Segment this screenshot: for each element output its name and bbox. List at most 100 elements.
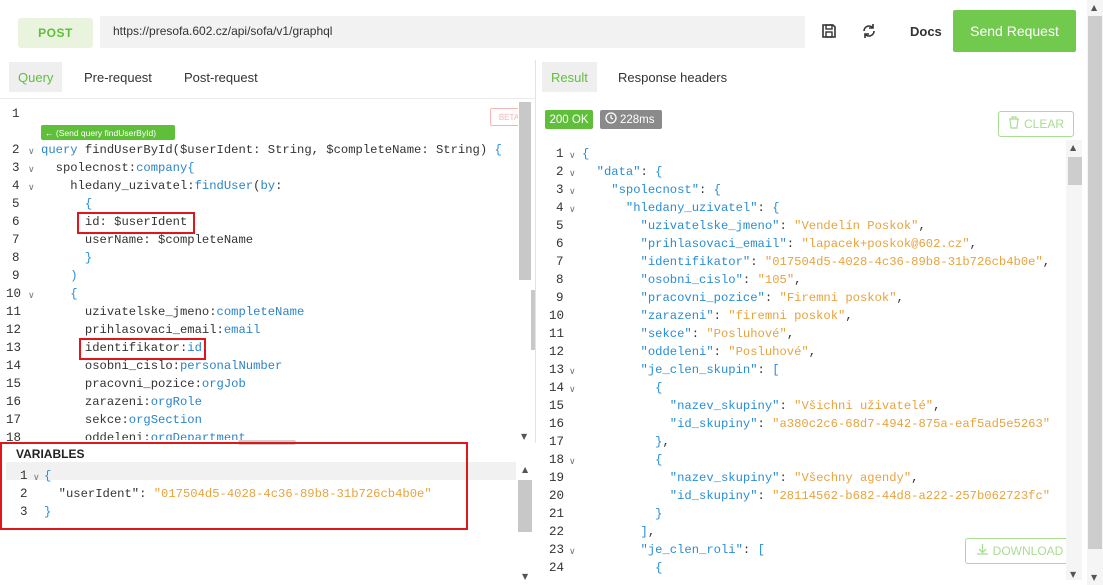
code-line: }, <box>655 435 670 449</box>
fold-arrow-icon[interactable]: ∨ <box>569 187 576 197</box>
fold-arrow-icon[interactable]: ∨ <box>28 165 35 175</box>
fold-arrow-icon[interactable]: ∨ <box>569 205 576 215</box>
tabs-divider <box>0 98 536 99</box>
status-badge: 200 OK <box>545 110 593 129</box>
code-line: "je_clen_skupin": [ <box>640 363 780 377</box>
download-button[interactable]: DOWNLOAD <box>965 538 1074 564</box>
line-number: 14 <box>6 359 22 373</box>
code-line: pracovni_pozice:orgJob <box>41 377 246 391</box>
result-json[interactable]: { "data": { "spolecnost": { "hledany_uzi… <box>582 147 1064 577</box>
tab-pre-request[interactable]: Pre-request <box>75 62 161 92</box>
code-line: "nazev_skupiny": "Všichni uživatelé", <box>669 399 941 413</box>
fold-arrow-icon[interactable]: ∨ <box>569 151 576 161</box>
fold-arrow-icon[interactable]: ∨ <box>569 169 576 179</box>
fold-arrow-icon[interactable]: ∨ <box>28 147 35 157</box>
code-line: { <box>70 287 78 301</box>
line-number: 8 <box>12 251 20 265</box>
code-line: prihlasovaci_email:email <box>41 323 261 337</box>
code-line: ) <box>70 269 78 283</box>
code-line: "spolecnost": { <box>611 183 721 197</box>
code-line: "id_skupiny": "28114562-b682-44d8-a222-2… <box>669 489 1051 503</box>
code-line: { <box>655 453 663 467</box>
docs-button[interactable]: Docs <box>910 24 942 39</box>
line-number: 8 <box>556 273 564 287</box>
code-line: { <box>655 381 663 395</box>
line-number: 17 <box>6 413 22 427</box>
code-line: "osobni_cislo": "105", <box>640 273 802 287</box>
line-number: 17 <box>549 435 565 449</box>
refresh-icon[interactable] <box>860 22 878 45</box>
fold-arrow-icon[interactable]: ∨ <box>569 547 576 557</box>
scroll-down-icon[interactable]: ▼ <box>521 432 527 441</box>
line-number: 20 <box>549 489 565 503</box>
line-number: 15 <box>6 377 22 391</box>
line-number: 9 <box>556 291 564 305</box>
fold-arrow-icon[interactable]: ∨ <box>28 183 35 193</box>
code-line: "je_clen_roli": [ <box>640 543 765 557</box>
fold-arrow-icon[interactable]: ∨ <box>569 457 576 467</box>
highlight-box <box>79 338 206 360</box>
clear-label: CLEAR <box>1023 117 1064 131</box>
download-label: DOWNLOAD <box>992 544 1064 558</box>
line-number: 1 <box>12 107 20 121</box>
save-icon[interactable] <box>820 22 838 45</box>
code-line: oddeleni:orgDepartment <box>41 431 246 440</box>
tab-result[interactable]: Result <box>542 62 597 92</box>
response-time: 228ms <box>620 113 655 126</box>
scroll-down-icon[interactable]: ▼ <box>522 572 528 581</box>
tab-response-headers[interactable]: Response headers <box>609 62 736 92</box>
variables-scrollbar-thumb[interactable] <box>518 480 532 532</box>
line-number: 10 <box>549 309 565 323</box>
code-line: sekce:orgSection <box>41 413 202 427</box>
scroll-up-icon[interactable]: ▲ <box>522 465 528 474</box>
send-query-codelens[interactable]: ← (Send query findUserById) <box>41 125 175 140</box>
page-scrollbar-thumb[interactable] <box>1088 16 1102 549</box>
line-number: 12 <box>549 345 565 359</box>
code-line: userName: $completeName <box>41 233 254 247</box>
fold-arrow-icon[interactable]: ∨ <box>569 385 576 395</box>
panel-resize-handle[interactable] <box>531 290 535 350</box>
line-number: 6 <box>556 237 564 251</box>
fold-arrow-icon[interactable]: ∨ <box>569 367 576 377</box>
code-line: "nazev_skupiny": "Všechny agendy", <box>669 471 919 485</box>
code-line: } <box>84 251 93 265</box>
result-scrollbar[interactable] <box>1066 140 1082 580</box>
download-icon <box>976 543 989 559</box>
code-line: query findUserById($userIdent: String, $… <box>41 143 502 157</box>
line-number: 11 <box>6 305 22 319</box>
line-number: 16 <box>6 395 22 409</box>
line-number: 5 <box>12 197 20 211</box>
line-number: 16 <box>549 417 565 431</box>
code-line: "prihlasovaci_email": "lapacek+poskok@60… <box>640 237 977 251</box>
line-number: 24 <box>549 561 565 575</box>
scroll-up-icon[interactable]: ▲ <box>1091 3 1097 12</box>
tab-query[interactable]: Query <box>9 62 63 92</box>
code-line: zarazeni:orgRole <box>41 395 202 409</box>
line-number: 22 <box>549 525 565 539</box>
query-scrollbar-thumb[interactable] <box>519 102 531 280</box>
scroll-down-icon[interactable]: ▼ <box>1070 570 1076 579</box>
code-line: "zarazeni": "firemni poskok", <box>640 309 853 323</box>
code-line: "pracovni_pozice": "Firemni poskok", <box>640 291 904 305</box>
fold-arrow-icon[interactable]: ∨ <box>28 291 35 301</box>
scroll-up-icon[interactable]: ▲ <box>1070 143 1076 152</box>
code-line: ], <box>640 525 656 539</box>
response-time-badge: 228ms <box>600 110 662 129</box>
line-number: 19 <box>549 471 565 485</box>
tab-post-request[interactable]: Post-request <box>175 62 267 92</box>
query-code[interactable]: query findUserById($userIdent: String, $… <box>41 143 516 440</box>
line-number: 15 <box>549 399 565 413</box>
clear-button[interactable]: CLEAR <box>998 111 1074 137</box>
code-line: uzivatelske_jmeno:completeName <box>41 305 305 319</box>
scroll-down-icon[interactable]: ▼ <box>1091 573 1097 582</box>
code-line: spolecnost:company{ <box>41 161 195 175</box>
method-selector[interactable]: POST <box>18 18 93 48</box>
trash-icon <box>1008 116 1020 132</box>
code-line: "hledany_uzivatel": { <box>625 201 780 215</box>
code-line: osobni_cislo:personalNumber <box>41 359 283 373</box>
highlight-box <box>0 442 468 530</box>
send-request-button[interactable]: Send Request <box>953 10 1076 52</box>
code-line: { <box>582 147 590 161</box>
clock-icon <box>605 112 617 127</box>
result-scrollbar-thumb[interactable] <box>1068 157 1082 185</box>
